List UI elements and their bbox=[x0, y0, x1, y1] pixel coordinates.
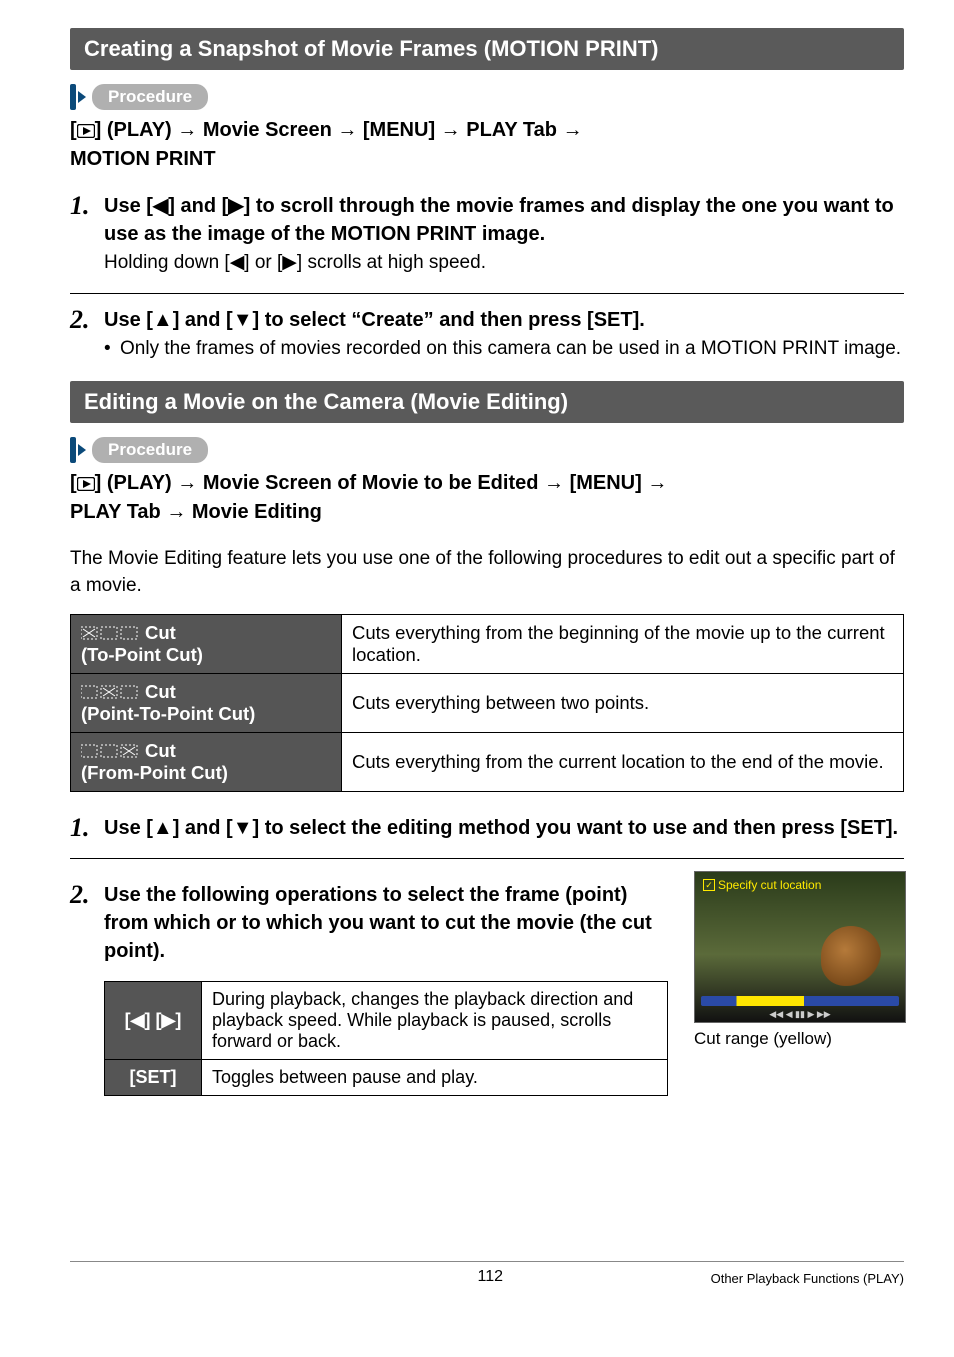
crumb-part: ] (PLAY) bbox=[95, 119, 178, 141]
step-1-movie-editing: 1. Use [▲] and [▼] to select the editing… bbox=[70, 814, 904, 843]
cut-sublabel: (Point-To-Point Cut) bbox=[81, 703, 331, 725]
arrow-icon: → bbox=[441, 119, 461, 141]
crumb-part: [MENU] bbox=[564, 472, 647, 494]
cut-range-bar bbox=[701, 996, 899, 1006]
procedure-bar-icon bbox=[70, 84, 76, 110]
operations-table: [◀] [▶] During playback, changes the pla… bbox=[104, 981, 668, 1096]
step-body: Holding down [◀] or [▶] scrolls at high … bbox=[104, 250, 904, 277]
play-mode-icon bbox=[77, 124, 95, 138]
procedure-heading: Procedure bbox=[70, 437, 904, 463]
cut-sublabel: (From-Point Cut) bbox=[81, 762, 331, 784]
step-number: 1. bbox=[70, 192, 104, 221]
cut-point-to-point-header: Cut (Point-To-Point Cut) bbox=[71, 673, 342, 732]
op-keys: [◀] [▶] bbox=[105, 982, 202, 1060]
table-row: [◀] [▶] During playback, changes the pla… bbox=[105, 982, 668, 1060]
table-row: [SET] Toggles between pause and play. bbox=[105, 1060, 668, 1096]
crumb-part: PLAY Tab bbox=[461, 119, 563, 141]
step-1-motion-print: 1. Use [◀] and [▶] to scroll through the… bbox=[70, 192, 904, 277]
cut-label: Cut bbox=[145, 622, 176, 644]
procedure-bar-icon bbox=[70, 437, 76, 463]
table-row: Cut (To-Point Cut) Cuts everything from … bbox=[71, 614, 904, 673]
step-2-motion-print: 2. Use [▲] and [▼] to select “Create” an… bbox=[70, 306, 904, 363]
separator bbox=[70, 293, 904, 294]
step-number: 2. bbox=[70, 881, 104, 910]
table-row: Cut (Point-To-Point Cut) Cuts everything… bbox=[71, 673, 904, 732]
cut-from-point-header: Cut (From-Point Cut) bbox=[71, 732, 342, 791]
breadcrumb-movie-editing: [ ] (PLAY) → Movie Screen of Movie to be … bbox=[70, 469, 904, 527]
crumb-part: Movie Editing bbox=[186, 501, 322, 523]
screenshot-label: ✓ Specify cut location bbox=[703, 878, 821, 892]
crumb-part: [ bbox=[70, 472, 77, 494]
crumb-part: [MENU] bbox=[357, 119, 440, 141]
arrow-icon: → bbox=[563, 119, 583, 141]
cut-point-to-point-icon bbox=[81, 684, 139, 700]
crumb-part: Movie Screen bbox=[197, 119, 337, 141]
op-desc: Toggles between pause and play. bbox=[202, 1060, 668, 1096]
arrow-icon: → bbox=[544, 472, 564, 494]
section-title-movie-editing: Editing a Movie on the Camera (Movie Edi… bbox=[70, 381, 904, 423]
step-title: Use [◀] and [▶] to scroll through the mo… bbox=[104, 192, 904, 248]
crumb-part: ] (PLAY) bbox=[95, 472, 178, 494]
intro-text: The Movie Editing feature lets you use o… bbox=[70, 545, 904, 600]
arrow-icon: → bbox=[177, 472, 197, 494]
cut-from-point-icon bbox=[81, 743, 139, 759]
cut-desc: Cuts everything between two points. bbox=[342, 673, 904, 732]
bullet-icon: • bbox=[104, 336, 120, 363]
step-title: Use the following operations to select t… bbox=[104, 881, 668, 965]
procedure-pill: Procedure bbox=[92, 437, 208, 463]
step-number: 2. bbox=[70, 306, 104, 335]
bullet-text: Only the frames of movies recorded on th… bbox=[120, 336, 901, 363]
screenshot-label-text: Specify cut location bbox=[718, 878, 821, 892]
cut-desc: Cuts everything from the current locatio… bbox=[342, 732, 904, 791]
procedure-pill: Procedure bbox=[92, 84, 208, 110]
step-bullet: • Only the frames of movies recorded on … bbox=[104, 336, 904, 363]
arrow-icon: → bbox=[337, 119, 357, 141]
cut-methods-table: Cut (To-Point Cut) Cuts everything from … bbox=[70, 614, 904, 792]
table-row: Cut (From-Point Cut) Cuts everything fro… bbox=[71, 732, 904, 791]
check-icon: ✓ bbox=[703, 879, 715, 891]
cut-label: Cut bbox=[145, 740, 176, 762]
procedure-arrow-icon bbox=[78, 444, 86, 456]
step-title: Use [▲] and [▼] to select the editing me… bbox=[104, 814, 898, 842]
op-keys: [SET] bbox=[105, 1060, 202, 1096]
arrow-icon: → bbox=[166, 501, 186, 523]
crumb-part: [ bbox=[70, 119, 77, 141]
cut-to-point-icon bbox=[81, 625, 139, 641]
playback-controls-icon: ◀◀ ◀ ▮▮ ▶ ▶▶ bbox=[695, 1009, 905, 1020]
play-mode-icon bbox=[77, 477, 95, 491]
separator bbox=[70, 858, 904, 859]
step-2-movie-editing: 2. Use the following operations to selec… bbox=[70, 871, 904, 1096]
camera-screenshot: ✓ Specify cut location ◀◀ ◀ ▮▮ ▶ ▶▶ bbox=[694, 871, 906, 1023]
cut-desc: Cuts everything from the beginning of th… bbox=[342, 614, 904, 673]
breadcrumb-motion-print: [ ] (PLAY) → Movie Screen → [MENU] → PLAY… bbox=[70, 116, 904, 174]
page-footer: 112 Other Playback Functions (PLAY) bbox=[70, 1261, 904, 1286]
cut-to-point-header: Cut (To-Point Cut) bbox=[71, 614, 342, 673]
deer-graphic bbox=[821, 926, 881, 986]
crumb-part: Movie Screen of Movie to be Edited bbox=[197, 472, 544, 494]
step-number: 1. bbox=[70, 814, 104, 843]
screenshot-caption: Cut range (yellow) bbox=[694, 1029, 904, 1049]
footer-reference: Other Playback Functions (PLAY) bbox=[711, 1271, 904, 1286]
arrow-icon: → bbox=[177, 119, 197, 141]
procedure-arrow-icon bbox=[78, 91, 86, 103]
cut-sublabel: (To-Point Cut) bbox=[81, 644, 331, 666]
arrow-icon: → bbox=[647, 472, 667, 494]
crumb-part: MOTION PRINT bbox=[70, 148, 216, 170]
step-title: Use [▲] and [▼] to select “Create” and t… bbox=[104, 306, 645, 334]
cut-label: Cut bbox=[145, 681, 176, 703]
procedure-heading: Procedure bbox=[70, 84, 904, 110]
section-title-motion-print: Creating a Snapshot of Movie Frames (MOT… bbox=[70, 28, 904, 70]
page-number: 112 bbox=[270, 1268, 711, 1286]
op-desc: During playback, changes the playback di… bbox=[202, 982, 668, 1060]
crumb-part: PLAY Tab bbox=[70, 501, 166, 523]
